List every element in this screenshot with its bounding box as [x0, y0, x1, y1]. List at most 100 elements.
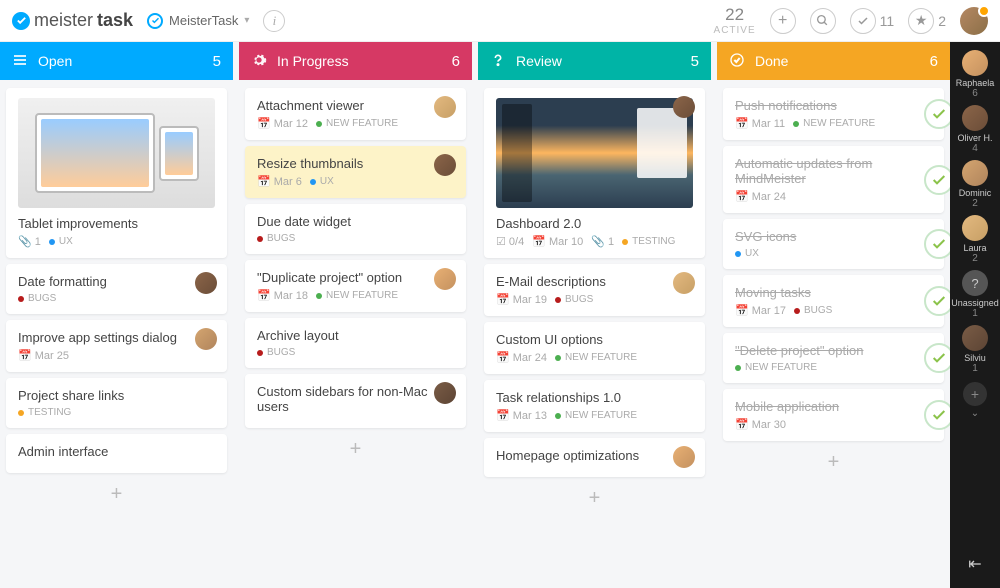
column-body: Attachment viewer📅 Mar 12NEW FEATURE Resi…	[239, 80, 472, 473]
column-review: Review5 Dashboard 2.0 ☑ 0/4📅 Mar 10📎 1TEST…	[478, 42, 711, 588]
card-title: Tablet improvements	[18, 216, 215, 231]
column-header[interactable]: Open5	[0, 42, 233, 80]
assignee-avatar[interactable]	[434, 96, 456, 118]
assignee-avatar[interactable]	[195, 328, 217, 350]
task-card[interactable]: Attachment viewer📅 Mar 12NEW FEATURE	[245, 88, 466, 140]
assignee-avatar[interactable]	[195, 272, 217, 294]
done-count: 11	[880, 13, 895, 29]
member-name: Oliver H.	[957, 133, 992, 143]
card-thumbnail	[18, 98, 215, 208]
date-icon: 📅 Mar 18	[257, 289, 308, 302]
star-counter[interactable]: ★ 2	[908, 8, 946, 34]
card-meta: 📎 1UX	[18, 235, 215, 248]
card-title: Automatic updates from MindMeister	[735, 156, 932, 186]
assignee-avatar[interactable]	[434, 268, 456, 290]
date-icon: 📅 Mar 17	[735, 304, 786, 317]
card-title: Attachment viewer	[257, 98, 454, 113]
add-button[interactable]: +	[770, 8, 796, 34]
card-title: Mobile application	[735, 399, 932, 414]
task-card[interactable]: "Delete project" optionNEW FEATURE	[723, 333, 944, 383]
card-title: Date formatting	[18, 274, 215, 289]
app-logo: meistertask	[12, 10, 133, 31]
team-member-silviu[interactable]: Silviu1	[962, 323, 988, 376]
member-count: 1	[962, 363, 988, 374]
add-card-button[interactable]: +	[484, 483, 705, 514]
card-thumbnail	[496, 98, 693, 208]
task-card[interactable]: SVG iconsUX	[723, 219, 944, 269]
assignee-avatar[interactable]	[434, 154, 456, 176]
card-title: Push notifications	[735, 98, 932, 113]
date-icon: 📅 Mar 6	[257, 175, 302, 188]
column-header[interactable]: In Progress6	[239, 42, 472, 80]
done-check-icon	[924, 165, 950, 195]
member-count: 1	[951, 308, 999, 319]
date-icon: 📅 Mar 10	[532, 235, 583, 248]
column-count: 5	[691, 53, 699, 70]
task-card[interactable]: Automatic updates from MindMeister 📅 Mar …	[723, 146, 944, 213]
done-check-icon	[924, 343, 950, 373]
task-card[interactable]: Archive layout BUGS	[245, 318, 466, 368]
tag: BUGS	[257, 347, 295, 358]
team-member-raphaela[interactable]: Raphaela6	[956, 48, 995, 101]
task-card[interactable]: Push notifications📅 Mar 11NEW FEATURE	[723, 88, 944, 140]
date-icon: 📅 Mar 24	[496, 351, 547, 364]
info-button[interactable]: i	[263, 10, 285, 32]
task-card[interactable]: Date formattingBUGS	[6, 264, 227, 314]
tag: BUGS	[257, 233, 295, 244]
team-member-dominic[interactable]: Dominic2	[959, 158, 992, 211]
member-count: 6	[956, 88, 995, 99]
task-card[interactable]: Due date widgetBUGS	[245, 204, 466, 254]
active-label: ACTIVE	[714, 25, 756, 36]
task-card[interactable]: Dashboard 2.0 ☑ 0/4📅 Mar 10📎 1TESTING	[484, 88, 705, 258]
card-meta: 📅 Mar 19BUGS	[496, 293, 693, 306]
team-member-unassigned[interactable]: ?Unassigned1	[951, 268, 999, 321]
user-avatar[interactable]	[960, 7, 988, 35]
add-card-button[interactable]: +	[723, 447, 944, 478]
assignee-avatar[interactable]	[673, 446, 695, 468]
search-button[interactable]	[810, 8, 836, 34]
column-header[interactable]: Done6	[717, 42, 950, 80]
task-card[interactable]: Tablet improvements 📎 1UX	[6, 88, 227, 258]
board: Open5 Tablet improvements 📎 1UX Date format…	[0, 42, 950, 588]
assignee-avatar[interactable]	[673, 96, 695, 118]
logo-check-icon	[12, 12, 30, 30]
task-card[interactable]: Improve app settings dialog📅 Mar 25	[6, 320, 227, 372]
date-icon: 📅 Mar 24	[735, 190, 786, 203]
add-member-button[interactable]: +	[963, 382, 987, 406]
team-member-oliverh[interactable]: Oliver H.4	[957, 103, 992, 156]
task-card[interactable]: Resize thumbnails📅 Mar 6UX	[245, 146, 466, 198]
collapse-sidebar-button[interactable]: ⇤	[960, 546, 989, 582]
card-title: Dashboard 2.0	[496, 216, 693, 231]
task-card[interactable]: Moving tasks📅 Mar 17BUGS	[723, 275, 944, 327]
team-member-laura[interactable]: Laura2	[962, 213, 988, 266]
assignee-avatar[interactable]	[434, 382, 456, 404]
tag: NEW FEATURE	[555, 352, 637, 363]
assignee-avatar[interactable]	[673, 272, 695, 294]
logo-text-2: task	[97, 10, 133, 31]
column-name: Done	[755, 53, 788, 69]
more-icon[interactable]: ⌄	[971, 408, 979, 419]
task-card[interactable]: Mobile application 📅 Mar 30	[723, 389, 944, 441]
task-card[interactable]: Project share linksTESTING	[6, 378, 227, 428]
task-card[interactable]: Admin interface	[6, 434, 227, 473]
task-card[interactable]: Homepage optimizations	[484, 438, 705, 477]
card-meta: ☑ 0/4📅 Mar 10📎 1TESTING	[496, 235, 693, 248]
add-card-button[interactable]: +	[245, 434, 466, 465]
done-counter[interactable]: 11	[850, 8, 895, 34]
task-card[interactable]: "Duplicate project" option📅 Mar 18NEW FE…	[245, 260, 466, 312]
card-meta: 📅 Mar 24	[735, 190, 932, 203]
project-name: MeisterTask	[169, 13, 238, 28]
done-check-icon	[924, 286, 950, 316]
team-sidebar: Raphaela6Oliver H.4Dominic2Laura2?Unassi…	[950, 42, 1000, 588]
project-selector[interactable]: MeisterTask ▾	[147, 13, 249, 29]
add-card-button[interactable]: +	[6, 479, 227, 510]
task-card[interactable]: Custom UI options📅 Mar 24NEW FEATURE	[484, 322, 705, 374]
card-title: Project share links	[18, 388, 215, 403]
card-title: Archive layout	[257, 328, 454, 343]
task-card[interactable]: E-Mail descriptions📅 Mar 19BUGS	[484, 264, 705, 316]
topbar: meistertask MeisterTask ▾ i 22 ACTIVE + …	[0, 0, 1000, 42]
task-card[interactable]: Task relationships 1.0📅 Mar 13NEW FEATUR…	[484, 380, 705, 432]
task-card[interactable]: Custom sidebars for non-Mac users	[245, 374, 466, 428]
column-header[interactable]: Review5	[478, 42, 711, 80]
card-meta: 📅 Mar 30	[735, 418, 932, 431]
